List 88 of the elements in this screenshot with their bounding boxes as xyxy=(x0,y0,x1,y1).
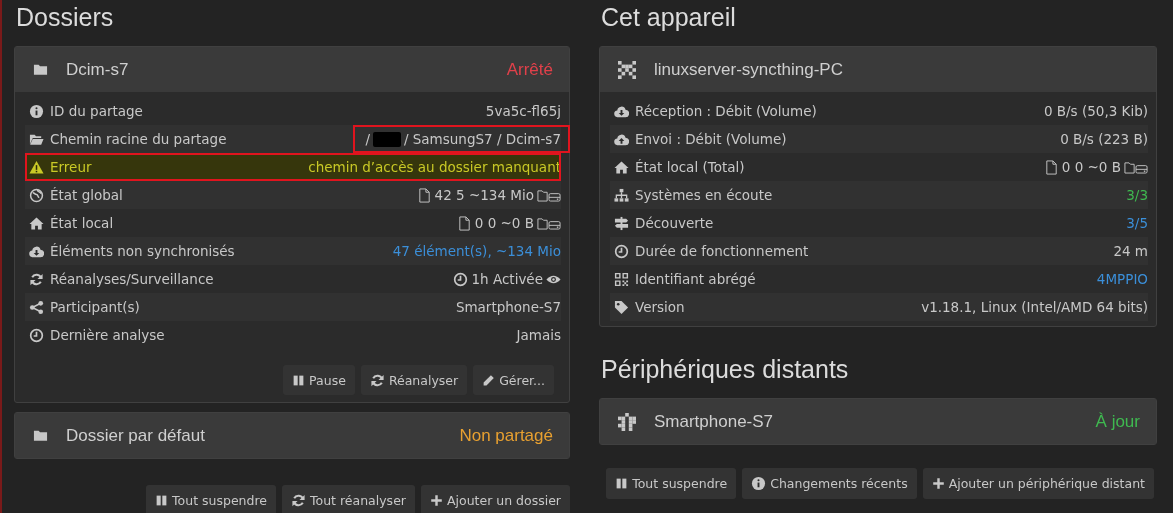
device-name: Smartphone-S7 xyxy=(654,411,775,432)
sitemap-icon xyxy=(614,187,629,203)
row-value: / xyxy=(365,131,370,147)
panel-header[interactable]: Smartphone-S7 À jour xyxy=(600,399,1156,444)
pause-icon xyxy=(615,476,629,491)
folder-drive-icon xyxy=(537,187,561,203)
pause-all-button[interactable]: Tout suspendre xyxy=(606,468,737,499)
qr-code-icon xyxy=(614,271,629,287)
row-value: 0 0 ~0 B xyxy=(1061,159,1121,175)
file-icon xyxy=(456,215,472,231)
clock-icon xyxy=(614,243,629,259)
edit-button[interactable]: Gérer... xyxy=(473,365,554,395)
row-value: 0 B/s (50,3 Kib) xyxy=(1043,103,1148,119)
row-value: 0 B/s (223 B) xyxy=(1060,131,1148,147)
row-value: Smartphone-S7 xyxy=(455,299,561,315)
row-label: Réception : Débit (Volume) xyxy=(635,103,818,119)
info-icon xyxy=(29,103,44,119)
folder-name: Dossier par défaut xyxy=(66,425,206,446)
folder-icon xyxy=(33,62,48,77)
identicon-icon xyxy=(618,60,636,79)
rescan-all-button[interactable]: Tout réanalyser xyxy=(282,485,415,513)
panel-header[interactable]: Dcim-s7 Arrêté xyxy=(15,47,569,92)
row-value: 42 5 ~134 Mio xyxy=(434,187,534,203)
row-value: chemin d’accès au dossier manquant xyxy=(308,159,561,175)
folder-icon xyxy=(33,428,48,443)
plus-icon xyxy=(931,476,945,491)
identicon-icon xyxy=(618,412,636,431)
row-value: / SamsungS7 / Dcim-s7 xyxy=(403,131,561,147)
refresh-icon xyxy=(291,493,306,508)
share-icon xyxy=(29,299,44,315)
row-value: 5va5c-fl65j xyxy=(485,103,561,119)
home-icon xyxy=(29,215,44,231)
clock-icon xyxy=(453,271,469,287)
device-status: À jour xyxy=(1095,411,1140,432)
pause-icon xyxy=(155,493,169,508)
row-label: Découverte xyxy=(635,215,715,231)
row-label: Erreur xyxy=(50,159,93,175)
row-value: 0 0 ~0 B xyxy=(474,215,534,231)
row-label: État local xyxy=(50,215,115,231)
row-label: Durée de fonctionnement xyxy=(635,243,810,259)
signpost-icon xyxy=(614,215,629,231)
row-label: Participant(s) xyxy=(50,299,141,315)
row-label: Éléments non synchronisés xyxy=(50,243,236,259)
add-folder-button[interactable]: Ajouter un dossier xyxy=(420,485,570,513)
warning-icon xyxy=(29,159,44,175)
folder-status: Arrêté xyxy=(506,59,553,80)
row-value: 1h Activée xyxy=(471,271,543,287)
row-label: Identifiant abrégé xyxy=(635,271,757,287)
section-heading: Cet appareil xyxy=(600,2,736,33)
row-label: Réanalyses/Surveillance xyxy=(50,271,215,287)
recent-changes-button[interactable]: Changements récents xyxy=(742,468,917,499)
panel-header[interactable]: Dossier par défaut Non partagé xyxy=(15,413,569,458)
plus-icon xyxy=(429,493,443,508)
refresh-icon xyxy=(369,372,385,388)
row-label: Envoi : Débit (Volume) xyxy=(635,131,788,147)
device-name: linuxserver-syncthing-PC xyxy=(654,59,844,80)
pause-all-button[interactable]: Tout suspendre xyxy=(146,485,276,513)
add-device-button[interactable]: Ajouter un périphérique distant xyxy=(922,468,1154,499)
row-label: État local (Total) xyxy=(635,159,746,175)
row-value: 47 élément(s), ~134 Mio xyxy=(392,243,561,259)
row-value: v1.18.1, Linux (Intel/AMD 64 bits) xyxy=(921,299,1148,315)
folder-drive-icon xyxy=(537,215,561,231)
tag-icon xyxy=(614,299,629,315)
rescan-button[interactable]: Réanalyser xyxy=(360,365,468,395)
row-label: Chemin racine du partage xyxy=(50,131,228,147)
folder-drive-icon xyxy=(1124,159,1148,175)
row-value: 24 m xyxy=(1113,243,1148,259)
panel-header[interactable]: linuxserver-syncthing-PC xyxy=(600,47,1156,92)
section-heading: Périphériques distants xyxy=(600,354,849,385)
row-label: Systèmes en écoute xyxy=(635,187,774,203)
refresh-icon xyxy=(29,271,44,287)
file-icon xyxy=(1043,159,1059,175)
row-label: État global xyxy=(50,187,124,203)
file-icon xyxy=(416,187,432,203)
folder-status: Non partagé xyxy=(459,425,553,446)
clock-icon xyxy=(29,327,44,343)
info-icon xyxy=(751,476,767,491)
row-label: Dernière analyse xyxy=(50,327,166,343)
row-label: Version xyxy=(635,299,686,315)
row-value: 3/3 xyxy=(1126,187,1148,203)
section-heading: Dossiers xyxy=(15,2,114,33)
pause-button[interactable]: Pause xyxy=(283,365,355,395)
home-icon xyxy=(614,159,629,175)
folder-name: Dcim-s7 xyxy=(66,59,130,80)
row-value: 3/5 xyxy=(1126,215,1148,231)
row-value: 4MPPIO xyxy=(1096,271,1148,287)
row-value: Jamais xyxy=(516,327,561,343)
row-label: ID du partage xyxy=(50,103,144,119)
